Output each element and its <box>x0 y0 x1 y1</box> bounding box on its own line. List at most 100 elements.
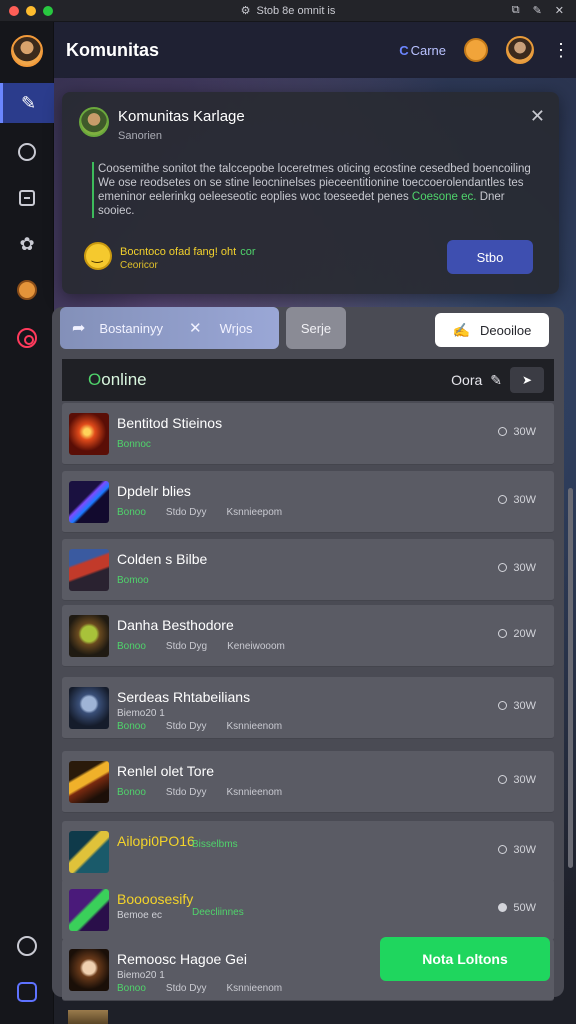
status-dot-icon <box>498 495 508 504</box>
game-meta-item: Ksnnieenom <box>226 787 283 798</box>
game-meta-item: Bonoo <box>117 983 146 994</box>
online-label-first: O <box>88 370 102 389</box>
game-row[interactable]: Bentitod Stieinos Bonnoc 30W <box>62 403 554 465</box>
gear-icon: ⚙ <box>240 5 251 17</box>
game-row[interactable]: Serdeas Rhtabeilians Biemo20 1 Bonoo Stdo D… <box>62 677 554 739</box>
game-meta-item: Bonoo <box>117 641 146 652</box>
scrollbar[interactable] <box>568 488 573 868</box>
notification-status-tag: cor <box>240 246 256 258</box>
game-row[interactable]: Boooosesify Bemoe ec Deecliinnes 50W <box>62 879 554 941</box>
game-row[interactable]: Danha Besthodore Bonoo Stdo Dyg Keneiwooom 2… <box>62 605 554 667</box>
game-meta-item: Stdo Dyy <box>165 507 207 518</box>
notification-card: Komunitas Karlage Sanorien ✕ Coosemithe … <box>62 92 559 294</box>
notification-body-text: Dner <box>479 191 505 203</box>
game-meta-item: Stdo Dyy <box>165 721 207 732</box>
tools-cross-icon: ✕ <box>189 320 202 337</box>
tab-wrjos[interactable]: Wrjos <box>220 321 253 336</box>
game-row[interactable]: Renlel olet Tore Bonoo Stdo Dyy Ksnnieenom 3… <box>62 751 554 813</box>
sidebar-item-record[interactable] <box>0 318 54 358</box>
tab-deooiloe[interactable]: ✍ Deooiloe <box>435 313 549 347</box>
notification-body-text: emeninor eelerinkg oeleeseotic eoplies w… <box>98 191 409 203</box>
puzzle-icon: ✿ <box>19 233 35 254</box>
game-status: 30W <box>498 844 536 856</box>
window-icon <box>19 190 35 206</box>
game-row[interactable]: Ailopi0PO16 Bisselbms 30W <box>62 821 554 883</box>
arrow-icon[interactable]: ➤ <box>510 367 544 393</box>
sidebar-item-globe[interactable] <box>0 270 54 310</box>
tab-group-primary: ➦ Bostaninyy ✕ Wrjos <box>60 307 279 349</box>
game-status-text: 30W <box>513 774 536 786</box>
close-icon[interactable]: ✕ <box>530 106 545 127</box>
status-dot-icon <box>498 629 508 638</box>
window-titlebar: ⚙ Stob 8e omnit is ⧉ ✎ ✕ <box>0 0 576 22</box>
notification-body-line: emeninor eelerinkg oeleeseotic eoplies w… <box>98 190 532 204</box>
app-header: Komunitas C Carne ⋮ <box>54 22 576 78</box>
games-panel: ➦ Bostaninyy ✕ Wrjos Serje ✍ Deooiloe Oon… <box>52 307 564 1001</box>
sidebar-item-window[interactable] <box>0 178 54 218</box>
game-meta-item: Ksnnieenom <box>226 721 283 732</box>
game-meta: Bonoo Stdo Dyy Ksnnieenom <box>117 983 302 994</box>
game-thumbnail <box>69 615 109 657</box>
game-status-text: 50W <box>513 902 536 914</box>
game-thumbnail <box>69 949 109 991</box>
info-icon[interactable] <box>17 936 37 956</box>
online-label-rest: online <box>101 370 147 389</box>
notification-subtitle: Sanorien <box>118 130 163 142</box>
notification-status-text: Bocntoco ofad fang! oht <box>120 246 237 258</box>
online-header: Oonline Oora ✎ ➤ <box>62 359 554 401</box>
game-status-text: 30W <box>513 426 536 438</box>
game-meta-item: Stdo Dyy <box>165 983 207 994</box>
notification-body: Coosemithe sonitot the talccepobe locere… <box>92 162 532 218</box>
status-dot-icon <box>498 427 508 436</box>
game-thumbnail <box>69 687 109 729</box>
profile-avatar[interactable] <box>506 36 534 64</box>
sidebar-item-compose[interactable]: ✎ <box>0 83 54 123</box>
game-meta-item: Stdo Dyy <box>165 787 207 798</box>
edit-icon[interactable]: ✎ <box>490 372 502 389</box>
kebab-icon[interactable]: ⋮ <box>552 40 570 61</box>
game-title: Serdeas Rhtabeilians <box>117 689 251 705</box>
app-title: Komunitas <box>66 39 160 60</box>
notification-title: Komunitas Karlage <box>118 108 245 125</box>
controller-icon[interactable] <box>17 982 37 1002</box>
game-selector[interactable]: C Carne <box>399 43 446 58</box>
game-meta-item: Bonoo <box>117 507 146 518</box>
sidebar-item-puzzle[interactable]: ✿ <box>0 224 54 264</box>
notification-action-button[interactable]: Stbo <box>447 240 533 274</box>
tab-bar: ➦ Bostaninyy ✕ Wrjos Serje ✍ Deooiloe <box>60 307 560 351</box>
game-thumbnail <box>69 549 109 591</box>
cta-button[interactable]: Nota Loltons <box>380 937 550 981</box>
emoji-icon[interactable] <box>464 38 488 62</box>
game-title: Danha Besthodore <box>117 617 234 633</box>
game-meta-item: Stdo Dyg <box>165 641 208 652</box>
game-title: Bentitod Stieinos <box>117 415 223 431</box>
window-close-icon[interactable]: ✕ <box>555 4 564 17</box>
titlebar-actions: ⧉ ✎ ✕ <box>512 4 564 17</box>
tools-icon[interactable]: ✎ <box>533 4 542 17</box>
game-tag: Deecliinnes <box>192 907 264 918</box>
tab-serje[interactable]: Serje <box>286 307 346 349</box>
game-meta: Bonnoc <box>117 439 171 450</box>
game-row[interactable]: Dpdelr blies Bonoo Stdo Dyy Ksnnieepom 30W <box>62 471 554 533</box>
game-subtitle: Biemo20 1 <box>117 970 165 981</box>
status-dot-icon <box>498 845 508 854</box>
game-status-text: 30W <box>513 494 536 506</box>
game-title: Colden s Bilbe <box>117 551 208 567</box>
game-status: 30W <box>498 562 536 574</box>
game-selector-label: Carne <box>410 42 446 58</box>
compose-icon: ✎ <box>20 92 37 113</box>
notification-body-line: We ose reodsetes on se stine leocninelse… <box>98 177 524 189</box>
sidebar-item-chat[interactable] <box>0 132 54 172</box>
game-status-text: 20W <box>513 628 536 640</box>
game-row[interactable]: Colden s Bilbe Bomoo 30W <box>62 539 554 601</box>
game-thumbnail <box>69 889 109 931</box>
user-avatar[interactable] <box>11 35 43 67</box>
game-tag-text: Bisselbms <box>192 839 238 850</box>
share-icon[interactable]: ⧉ <box>512 4 520 17</box>
game-tag-text: Deecliinnes <box>192 907 244 918</box>
notification-highlight: Coesone ec. <box>411 191 477 203</box>
tab-bostaninyy[interactable]: Bostaninyy <box>99 321 163 336</box>
game-thumbnail <box>69 413 109 455</box>
game-tag: Bisselbms <box>192 839 258 850</box>
game-meta: Bonoo Stdo Dyy Ksnnieenom <box>117 721 302 732</box>
